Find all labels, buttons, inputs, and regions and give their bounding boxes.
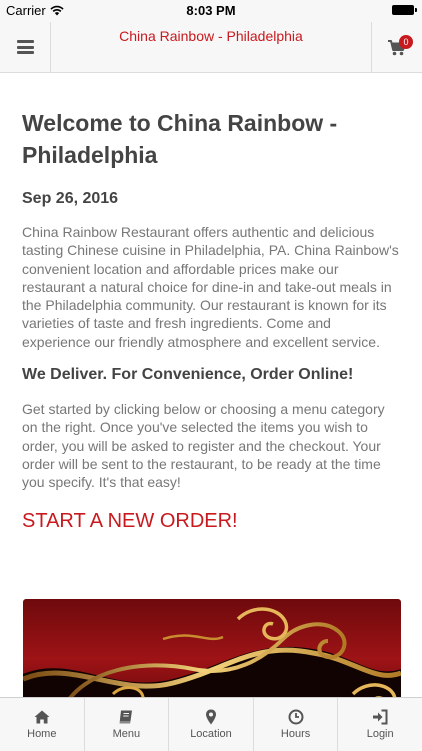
tab-hours-label: Hours: [280, 728, 311, 740]
tab-menu-label: Menu: [112, 728, 141, 740]
hamburger-icon: [16, 40, 34, 54]
cart-button[interactable]: 0: [371, 22, 422, 72]
tab-login[interactable]: Login: [338, 698, 422, 751]
intro-paragraph: China Rainbow Restaurant offers authenti…: [22, 224, 399, 350]
status-right: [392, 5, 417, 15]
bottom-tab-bar: Home Menu Location Hours Login: [0, 697, 422, 751]
post-date: Sep 26, 2016: [22, 190, 119, 207]
clock-icon: [288, 709, 304, 725]
menu-button[interactable]: [0, 22, 51, 72]
tab-home-label: Home: [27, 728, 57, 740]
status-bar: Carrier 8:03 PM: [0, 0, 422, 22]
tab-login-label: Login: [366, 728, 394, 740]
nav-title: China Rainbow - Philadelphia: [119, 28, 303, 44]
tab-location[interactable]: Location: [169, 698, 254, 751]
status-time: 8:03 PM: [186, 3, 236, 18]
tab-home[interactable]: Home: [0, 698, 85, 751]
tab-location-label: Location: [190, 728, 232, 740]
home-icon: [34, 710, 50, 724]
map-marker-icon: [205, 709, 216, 725]
battery-icon: [392, 5, 417, 15]
cart-count-badge: 0: [399, 35, 413, 49]
deliver-heading: We Deliver. For Convenience, Order Onlin…: [22, 366, 354, 383]
sign-in-icon: [373, 709, 388, 725]
tab-hours[interactable]: Hours: [254, 698, 339, 751]
main-content: Welcome to China Rainbow - Philadelphia …: [0, 73, 422, 697]
book-icon: [119, 710, 133, 724]
nav-bar: China Rainbow - Philadelphia 0: [0, 22, 422, 73]
restaurant-banner-image: [23, 599, 401, 697]
get-started-paragraph: Get started by clicking below or choosin…: [22, 401, 385, 491]
page-title: Welcome to China Rainbow - Philadelphia: [22, 110, 338, 168]
tab-menu[interactable]: Menu: [85, 698, 170, 751]
start-new-order-link[interactable]: START A NEW ORDER!: [22, 510, 238, 533]
